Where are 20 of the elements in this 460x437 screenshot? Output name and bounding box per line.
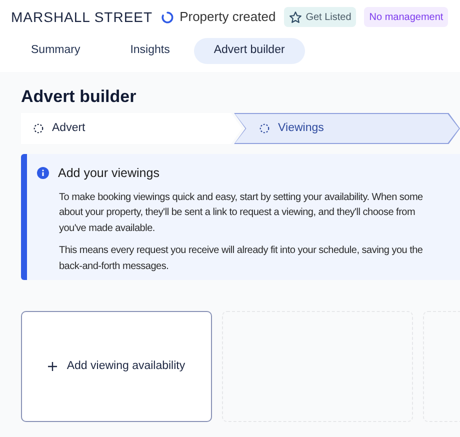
step-status-icon xyxy=(259,123,270,134)
progress-icon xyxy=(160,10,174,24)
tab[interactable]: Advert builder xyxy=(194,38,305,64)
property-name: MARSHALL STREET xyxy=(11,8,153,26)
tab[interactable]: Insights xyxy=(114,38,186,64)
plus-icon xyxy=(48,362,57,371)
page-title: Advert builder xyxy=(21,86,138,108)
info-paragraph: This means every request you receive will already fit into your schedule, saving you the back-and-forth messages. xyxy=(59,244,424,274)
property-status: Property created xyxy=(180,8,276,26)
step-tab[interactable]: Advert xyxy=(21,113,242,144)
info-icon xyxy=(37,167,49,180)
star-icon xyxy=(288,10,302,24)
info-paragraph: To make booking viewings quick and easy, start by setting your availability. When some about your property, they'll be sent a link to request a viewing, and they'll choose from you've made available. xyxy=(59,190,424,236)
get-listed-button[interactable]: Get Listed xyxy=(284,7,356,27)
step-tab[interactable]: Viewings xyxy=(234,113,460,144)
info-title: Add your viewings xyxy=(58,165,160,182)
tab[interactable]: Summary xyxy=(15,38,96,64)
add-availability-button[interactable]: Add viewing availability xyxy=(21,311,212,422)
management-badge: No management xyxy=(364,7,448,27)
step-status-icon xyxy=(33,123,44,134)
